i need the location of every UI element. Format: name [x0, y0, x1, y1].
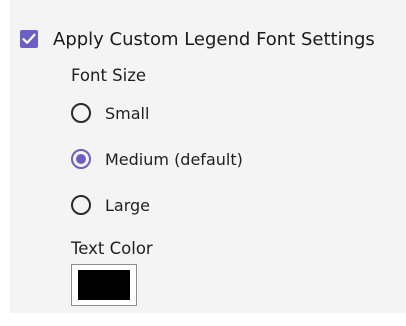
radio-button-small[interactable] — [71, 103, 91, 123]
font-size-option-small-label: Small — [105, 103, 150, 123]
font-size-label: Font Size — [71, 66, 147, 85]
apply-custom-legend-font-label: Apply Custom Legend Font Settings — [53, 28, 375, 50]
checkmark-icon — [22, 33, 36, 44]
font-size-option-small[interactable]: Small — [71, 100, 149, 126]
font-size-option-medium-label: Medium (default) — [105, 149, 243, 169]
radio-selected-dot — [76, 154, 86, 164]
font-size-option-medium[interactable]: Medium (default) — [71, 146, 243, 172]
text-color-swatch-fill — [78, 270, 130, 300]
text-color-swatch-button[interactable] — [71, 264, 137, 306]
radio-button-large[interactable] — [71, 195, 91, 215]
legend-font-settings-panel: Apply Custom Legend Font Settings Font S… — [10, 0, 406, 313]
font-size-option-large[interactable]: Large — [71, 192, 150, 218]
apply-custom-legend-font-checkbox-row[interactable]: Apply Custom Legend Font Settings — [20, 24, 375, 54]
radio-button-medium[interactable] — [71, 149, 91, 169]
font-size-option-large-label: Large — [105, 195, 151, 215]
text-color-label: Text Color — [71, 239, 153, 258]
apply-custom-legend-font-checkbox[interactable] — [20, 30, 38, 48]
